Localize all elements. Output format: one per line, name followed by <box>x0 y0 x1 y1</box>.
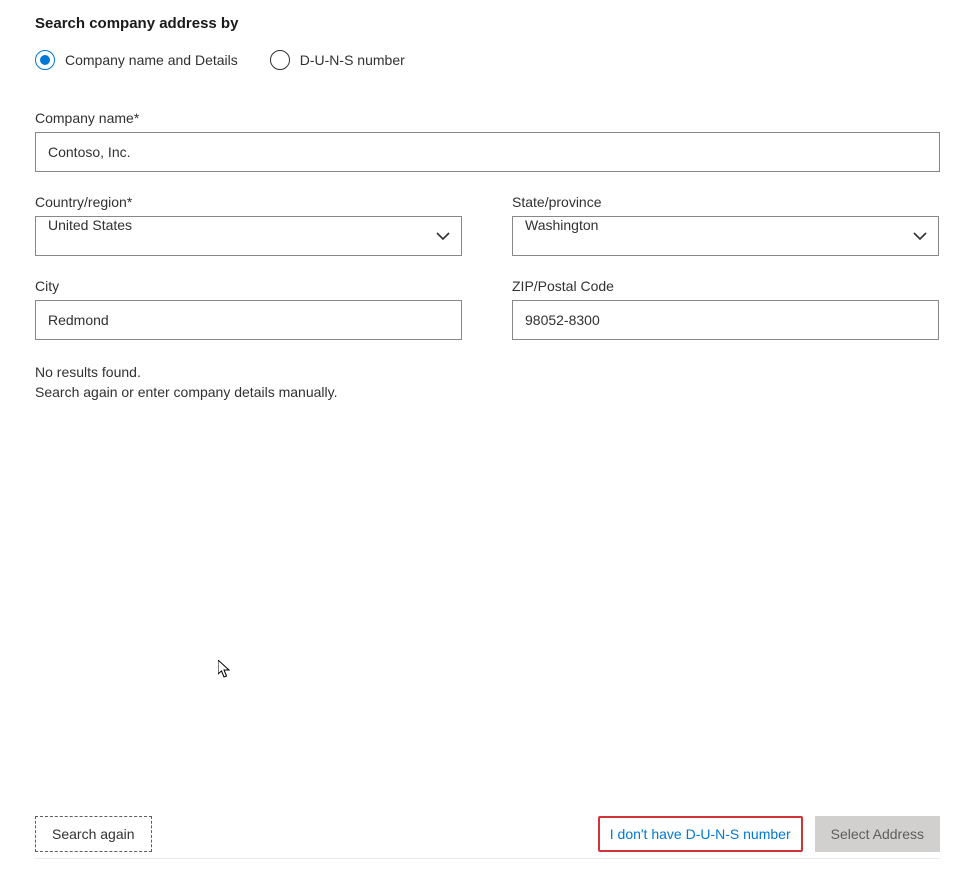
country-field: Country/region* United States <box>35 194 462 256</box>
radio-icon-selected <box>35 50 55 70</box>
zip-input[interactable] <box>512 300 939 340</box>
no-duns-button[interactable]: I don't have D-U-N-S number <box>598 816 803 852</box>
radio-company-details[interactable]: Company name and Details <box>35 50 238 70</box>
radio-duns-number[interactable]: D-U-N-S number <box>270 50 405 70</box>
zip-label: ZIP/Postal Code <box>512 278 939 294</box>
footer-right-buttons: I don't have D-U-N-S number Select Addre… <box>598 816 940 852</box>
state-label: State/province <box>512 194 939 210</box>
status-line-1: No results found. <box>35 362 940 382</box>
country-select[interactable]: United States <box>35 216 462 256</box>
city-field: City <box>35 278 462 340</box>
search-by-radio-group: Company name and Details D-U-N-S number <box>35 50 940 70</box>
state-select[interactable]: Washington <box>512 216 939 256</box>
search-again-button[interactable]: Search again <box>35 816 152 852</box>
city-label: City <box>35 278 462 294</box>
zip-field: ZIP/Postal Code <box>512 278 939 340</box>
radio-label: D-U-N-S number <box>300 52 405 68</box>
city-input[interactable] <box>35 300 462 340</box>
company-name-label: Company name* <box>35 110 940 126</box>
cursor-icon <box>218 660 234 680</box>
radio-icon-unselected <box>270 50 290 70</box>
section-heading: Search company address by <box>35 15 940 32</box>
radio-label: Company name and Details <box>65 52 238 68</box>
status-message: No results found. Search again or enter … <box>35 362 940 403</box>
country-label: Country/region* <box>35 194 462 210</box>
company-name-input[interactable] <box>35 132 940 172</box>
state-field: State/province Washington <box>512 194 939 256</box>
status-line-2: Search again or enter company details ma… <box>35 382 940 402</box>
select-address-button[interactable]: Select Address <box>815 816 940 852</box>
footer-actions: Search again I don't have D-U-N-S number… <box>35 816 940 859</box>
company-name-field: Company name* <box>35 110 940 172</box>
